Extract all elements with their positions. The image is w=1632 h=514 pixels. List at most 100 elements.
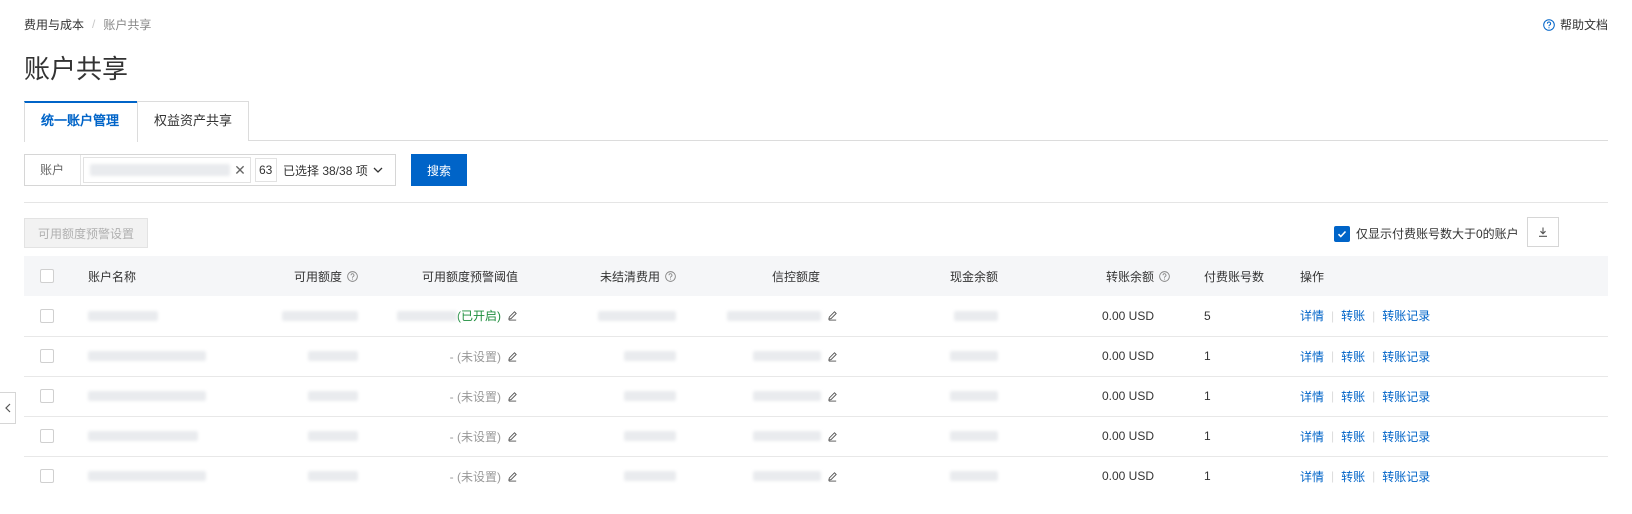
credit-limit-cell (680, 416, 840, 457)
transfer-link[interactable]: 转账 (1341, 307, 1365, 324)
redacted-cash-balance (950, 351, 998, 361)
cash-balance-cell (840, 376, 1000, 417)
transfer-balance-cell: 0.00 USD (1000, 416, 1176, 457)
action-separator: | (1372, 429, 1376, 443)
account-select-dropdown[interactable]: 已选择 38/38 项 (283, 162, 368, 179)
chevron-down-icon[interactable] (372, 164, 384, 176)
redacted-account-text (90, 164, 230, 176)
transfer-balance-cell: 0.00 USD (1000, 336, 1176, 377)
edit-icon[interactable] (827, 391, 838, 402)
redacted-unsettled-fees (624, 351, 676, 361)
breadcrumb: 费用与成本 / 账户共享 (24, 16, 151, 32)
question-circle-icon[interactable] (347, 270, 358, 282)
unsettled-fees-cell (520, 376, 680, 417)
row-select-cell (24, 296, 72, 337)
transfer-record-link[interactable]: 转账记录 (1382, 428, 1430, 445)
available-quota-cell (240, 416, 360, 457)
transfer-record-link[interactable]: 转账记录 (1382, 388, 1430, 405)
chevron-left-icon (4, 403, 10, 413)
row-checkbox[interactable] (40, 469, 54, 484)
selected-account-tag: ✕ (83, 157, 251, 183)
checkbox-checked[interactable] (1334, 225, 1350, 242)
col-transfer-balance: 转账余额 (1000, 256, 1176, 296)
search-button[interactable]: 搜索 (411, 154, 467, 186)
redacted-cash-balance (950, 391, 998, 401)
edit-icon[interactable] (827, 471, 838, 482)
edit-icon[interactable] (827, 310, 838, 321)
transfer-balance-value: 0.00 USD (1101, 349, 1154, 363)
redacted-account-name (88, 310, 158, 321)
breadcrumb-root[interactable]: 费用与成本 (24, 16, 84, 33)
question-circle-icon[interactable] (1159, 270, 1170, 282)
edit-icon[interactable] (507, 351, 518, 362)
transfer-link[interactable]: 转账 (1341, 428, 1365, 445)
payer-count-cell: 1 (1176, 416, 1272, 457)
row-checkbox[interactable] (40, 429, 54, 443)
edit-icon[interactable] (507, 431, 518, 442)
row-checkbox[interactable] (40, 308, 54, 323)
transfer-link[interactable]: 转账 (1341, 348, 1365, 365)
table-row: - (未设置) 0.00 USD 1 详情 | 转账 | 转账记录 (24, 336, 1608, 377)
redacted-credit-limit (753, 471, 821, 482)
transfer-balance-value: 0.00 USD (1101, 429, 1154, 443)
question-circle-icon[interactable] (665, 270, 676, 282)
credit-limit-cell (680, 376, 840, 417)
edit-icon[interactable] (827, 351, 838, 362)
threshold-settings-button[interactable]: 可用额度预警设置 (24, 218, 148, 248)
row-checkbox[interactable] (40, 349, 54, 363)
col-account-name: 账户名称 (72, 256, 240, 296)
download-button[interactable] (1527, 217, 1559, 247)
transfer-balance-value: 0.00 USD (1101, 308, 1154, 323)
payer-count-cell: 1 (1176, 336, 1272, 377)
action-separator: | (1372, 389, 1376, 403)
transfer-link[interactable]: 转账 (1341, 388, 1365, 405)
redacted-credit-limit (753, 391, 821, 401)
payer-count-cell: 1 (1176, 376, 1272, 417)
edit-icon[interactable] (507, 391, 518, 402)
redacted-credit-limit (753, 351, 821, 361)
account-name-cell (72, 296, 240, 337)
threshold-status: - (未设置) (449, 469, 501, 484)
actions-cell: 详情 | 转账 | 转账记录 (1272, 296, 1608, 337)
help-docs-link[interactable]: 帮助文档 (1543, 16, 1608, 33)
detail-link[interactable]: 详情 (1300, 468, 1324, 485)
edit-icon[interactable] (827, 431, 838, 442)
table-body: (已开启) 0.00 USD 5 详情 | 转账 | 转账记录 - (未设置) 0.00 USD 1… (24, 296, 1608, 496)
select-all-checkbox[interactable] (40, 269, 54, 283)
redacted-unsettled-fees (624, 391, 676, 401)
tab-bar: 统一账户管理 权益资产共享 (24, 101, 1608, 142)
tab-benefit-asset-sharing[interactable]: 权益资产共享 (137, 101, 249, 141)
transfer-link[interactable]: 转账 (1341, 468, 1365, 485)
detail-link[interactable]: 详情 (1300, 388, 1324, 405)
unsettled-fees-cell (520, 296, 680, 337)
action-separator: | (1331, 469, 1335, 484)
edit-icon[interactable] (507, 471, 518, 482)
edit-icon[interactable] (507, 310, 518, 321)
close-icon[interactable]: ✕ (230, 162, 250, 179)
unsettled-fees-cell (520, 416, 680, 457)
account-table: 账户名称 可用额度 可用额度预警阈值 未结清费用 信控额度 现金余额 转账余额 … (24, 256, 1608, 496)
section-divider (24, 202, 1608, 203)
transfer-record-link[interactable]: 转账记录 (1382, 348, 1430, 365)
payer-count-cell: 1 (1176, 456, 1272, 496)
col-payer-count: 付费账号数 (1176, 256, 1272, 296)
detail-link[interactable]: 详情 (1300, 307, 1324, 324)
breadcrumb-current: 账户共享 (103, 17, 152, 32)
action-separator: | (1331, 308, 1335, 323)
threshold-status: (已开启) (457, 309, 501, 324)
available-quota-cell (240, 376, 360, 417)
detail-link[interactable]: 详情 (1300, 428, 1324, 445)
transfer-balance-cell: 0.00 USD (1000, 296, 1176, 337)
detail-link[interactable]: 详情 (1300, 348, 1324, 365)
redacted-credit-limit (727, 310, 821, 321)
only-show-payer-filter[interactable]: 仅显示付费账号数大于0的账户 (1334, 225, 1519, 242)
redacted-available-quota (282, 310, 358, 321)
tab-unified-account-management[interactable]: 统一账户管理 (24, 101, 138, 142)
action-separator: | (1372, 469, 1376, 484)
transfer-record-link[interactable]: 转账记录 (1382, 468, 1430, 485)
table-header: 账户名称 可用额度 可用额度预警阈值 未结清费用 信控额度 现金余额 转账余额 … (24, 256, 1608, 296)
sidebar-collapse-handle[interactable] (0, 392, 16, 424)
row-checkbox[interactable] (40, 389, 54, 403)
question-circle-icon (1543, 18, 1555, 31)
transfer-record-link[interactable]: 转账记录 (1382, 307, 1430, 324)
